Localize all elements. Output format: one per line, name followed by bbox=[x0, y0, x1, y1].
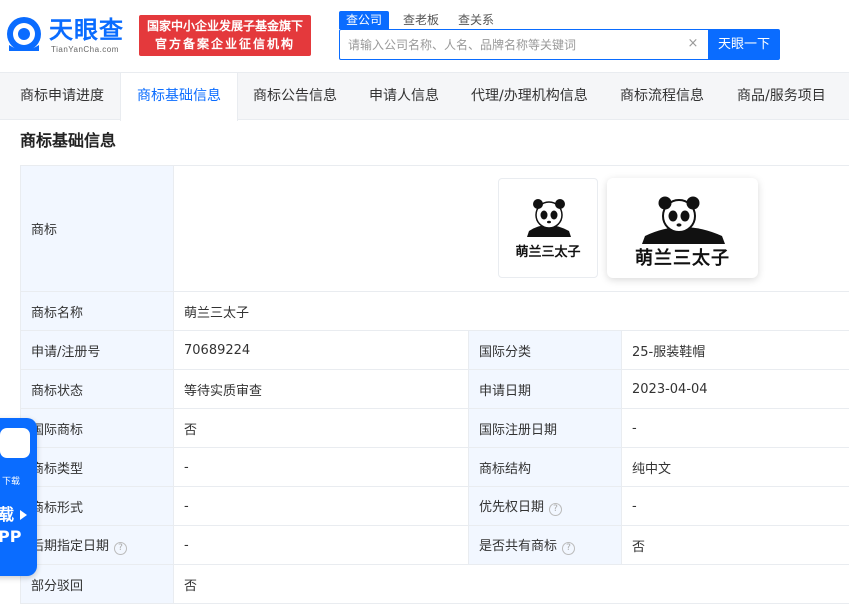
search-button[interactable]: 天眼一下 bbox=[708, 29, 780, 60]
partial-reject-value: 否 bbox=[173, 564, 849, 604]
app-download-float[interactable]: 下载 载 PP bbox=[0, 418, 37, 576]
clear-icon[interactable]: × bbox=[685, 35, 701, 53]
table-row: 国际商标 否 国际注册日期 - bbox=[20, 408, 849, 448]
app-download-label: 下载 bbox=[2, 477, 21, 487]
play-icon bbox=[20, 510, 27, 520]
status-value: 等待实质审查 bbox=[173, 369, 469, 409]
trademark-preview[interactable]: 萌兰三太子 bbox=[607, 178, 758, 278]
priority-date-label: 优先权日期 bbox=[479, 500, 545, 515]
table-row: 后期指定日期? - 是否共有商标? 否 bbox=[20, 525, 849, 565]
section-title: 商标基础信息 bbox=[20, 131, 117, 150]
table-row: 商标状态 等待实质审查 申请日期 2023-04-04 bbox=[20, 369, 849, 409]
logo-name: 天眼查 bbox=[49, 16, 124, 44]
search-tab-relation[interactable]: 查关系 bbox=[451, 11, 501, 29]
apply-date-label: 申请日期 bbox=[468, 369, 622, 409]
type-label: 商标类型 bbox=[20, 447, 174, 487]
search-tab-boss[interactable]: 查老板 bbox=[396, 11, 446, 29]
top-header: 天眼查 TianYanCha.com 国家中小企业发展子基金旗下 官方备案企业征… bbox=[0, 0, 849, 72]
official-badge: 国家中小企业发展子基金旗下 官方备案企业征信机构 bbox=[139, 15, 311, 56]
name-value: 萌兰三太子 bbox=[173, 291, 849, 331]
status-label: 商标状态 bbox=[20, 369, 174, 409]
tab-process[interactable]: 商标流程信息 bbox=[604, 73, 720, 120]
form-label: 商标形式 bbox=[20, 486, 174, 526]
tab-applicant[interactable]: 申请人信息 bbox=[353, 73, 455, 120]
reg-number-value: 70689224 bbox=[173, 330, 469, 370]
site-logo[interactable]: 天眼查 TianYanCha.com bbox=[5, 15, 133, 57]
intl-class-label: 国际分类 bbox=[468, 330, 622, 370]
app-icon bbox=[0, 428, 30, 458]
intl-class-value: 25-服装鞋帽 bbox=[621, 330, 849, 370]
table-row: 商标类型 - 商标结构 纯中文 bbox=[20, 447, 849, 487]
type-value: - bbox=[173, 447, 469, 487]
table-row: 申请/注册号 70689224 国际分类 25-服装鞋帽 bbox=[20, 330, 849, 370]
apply-date-value: 2023-04-04 bbox=[621, 369, 849, 409]
panda-logo-icon bbox=[527, 199, 571, 237]
section-tab-bar: 商标申请进度 商标基础信息 商标公告信息 申请人信息 代理/办理机构信息 商标流… bbox=[0, 72, 849, 121]
shared-label: 是否共有商标 bbox=[479, 539, 558, 554]
shared-value: 否 bbox=[621, 525, 849, 565]
search-box: × 天眼一下 bbox=[339, 29, 780, 60]
reg-number-label: 申请/注册号 bbox=[20, 330, 174, 370]
structure-label: 商标结构 bbox=[468, 447, 622, 487]
tab-goods-services[interactable]: 商品/服务项目 bbox=[721, 73, 842, 120]
search-input[interactable] bbox=[340, 30, 708, 59]
badge-line-1: 国家中小企业发展子基金旗下 bbox=[146, 19, 303, 33]
preview-text: 萌兰三太子 bbox=[635, 248, 730, 269]
structure-value: 纯中文 bbox=[621, 447, 849, 487]
priority-date-label-cell: 优先权日期? bbox=[468, 486, 622, 526]
logo-domain: TianYanCha.com bbox=[51, 45, 119, 54]
tab-announcement[interactable]: 商标公告信息 bbox=[237, 73, 353, 120]
question-circle-icon[interactable]: ? bbox=[549, 503, 563, 516]
priority-date-value: - bbox=[621, 486, 849, 526]
shared-label-cell: 是否共有商标? bbox=[468, 525, 622, 565]
intl-trademark-label: 国际商标 bbox=[20, 408, 174, 448]
name-label: 商标名称 bbox=[20, 291, 174, 331]
partial-reject-label: 部分驳回 bbox=[20, 564, 174, 604]
tab-agency[interactable]: 代理/办理机构信息 bbox=[455, 73, 604, 120]
intl-trademark-value: 否 bbox=[173, 408, 469, 448]
later-date-value: - bbox=[173, 525, 469, 565]
tab-application-progress[interactable]: 商标申请进度 bbox=[4, 73, 120, 120]
form-value: - bbox=[173, 486, 469, 526]
tianyancha-logo-icon bbox=[7, 17, 41, 51]
app-download-text: 载 PP bbox=[0, 505, 22, 546]
question-circle-icon[interactable]: ? bbox=[114, 542, 128, 555]
intl-reg-date-value: - bbox=[621, 408, 849, 448]
later-date-label-cell: 后期指定日期? bbox=[20, 525, 174, 565]
question-circle-icon[interactable]: ? bbox=[562, 542, 576, 555]
tab-basic-info[interactable]: 商标基础信息 bbox=[120, 73, 238, 121]
table-row: 商标形式 - 优先权日期? - bbox=[20, 486, 849, 526]
logo-label: 商标 bbox=[20, 165, 174, 292]
search-tab-company[interactable]: 查公司 bbox=[339, 11, 390, 29]
table-row: 部分驳回 否 bbox=[20, 564, 849, 604]
table-row: 商标名称 萌兰三太子 bbox=[20, 291, 849, 331]
later-date-label: 后期指定日期 bbox=[31, 539, 110, 554]
intl-reg-date-label: 国际注册日期 bbox=[468, 408, 622, 448]
badge-line-2: 官方备案企业征信机构 bbox=[154, 37, 295, 51]
trademark-thumbnail[interactable]: 萌兰三太子 bbox=[498, 178, 598, 278]
thumbnail-text: 萌兰三太子 bbox=[515, 245, 581, 260]
